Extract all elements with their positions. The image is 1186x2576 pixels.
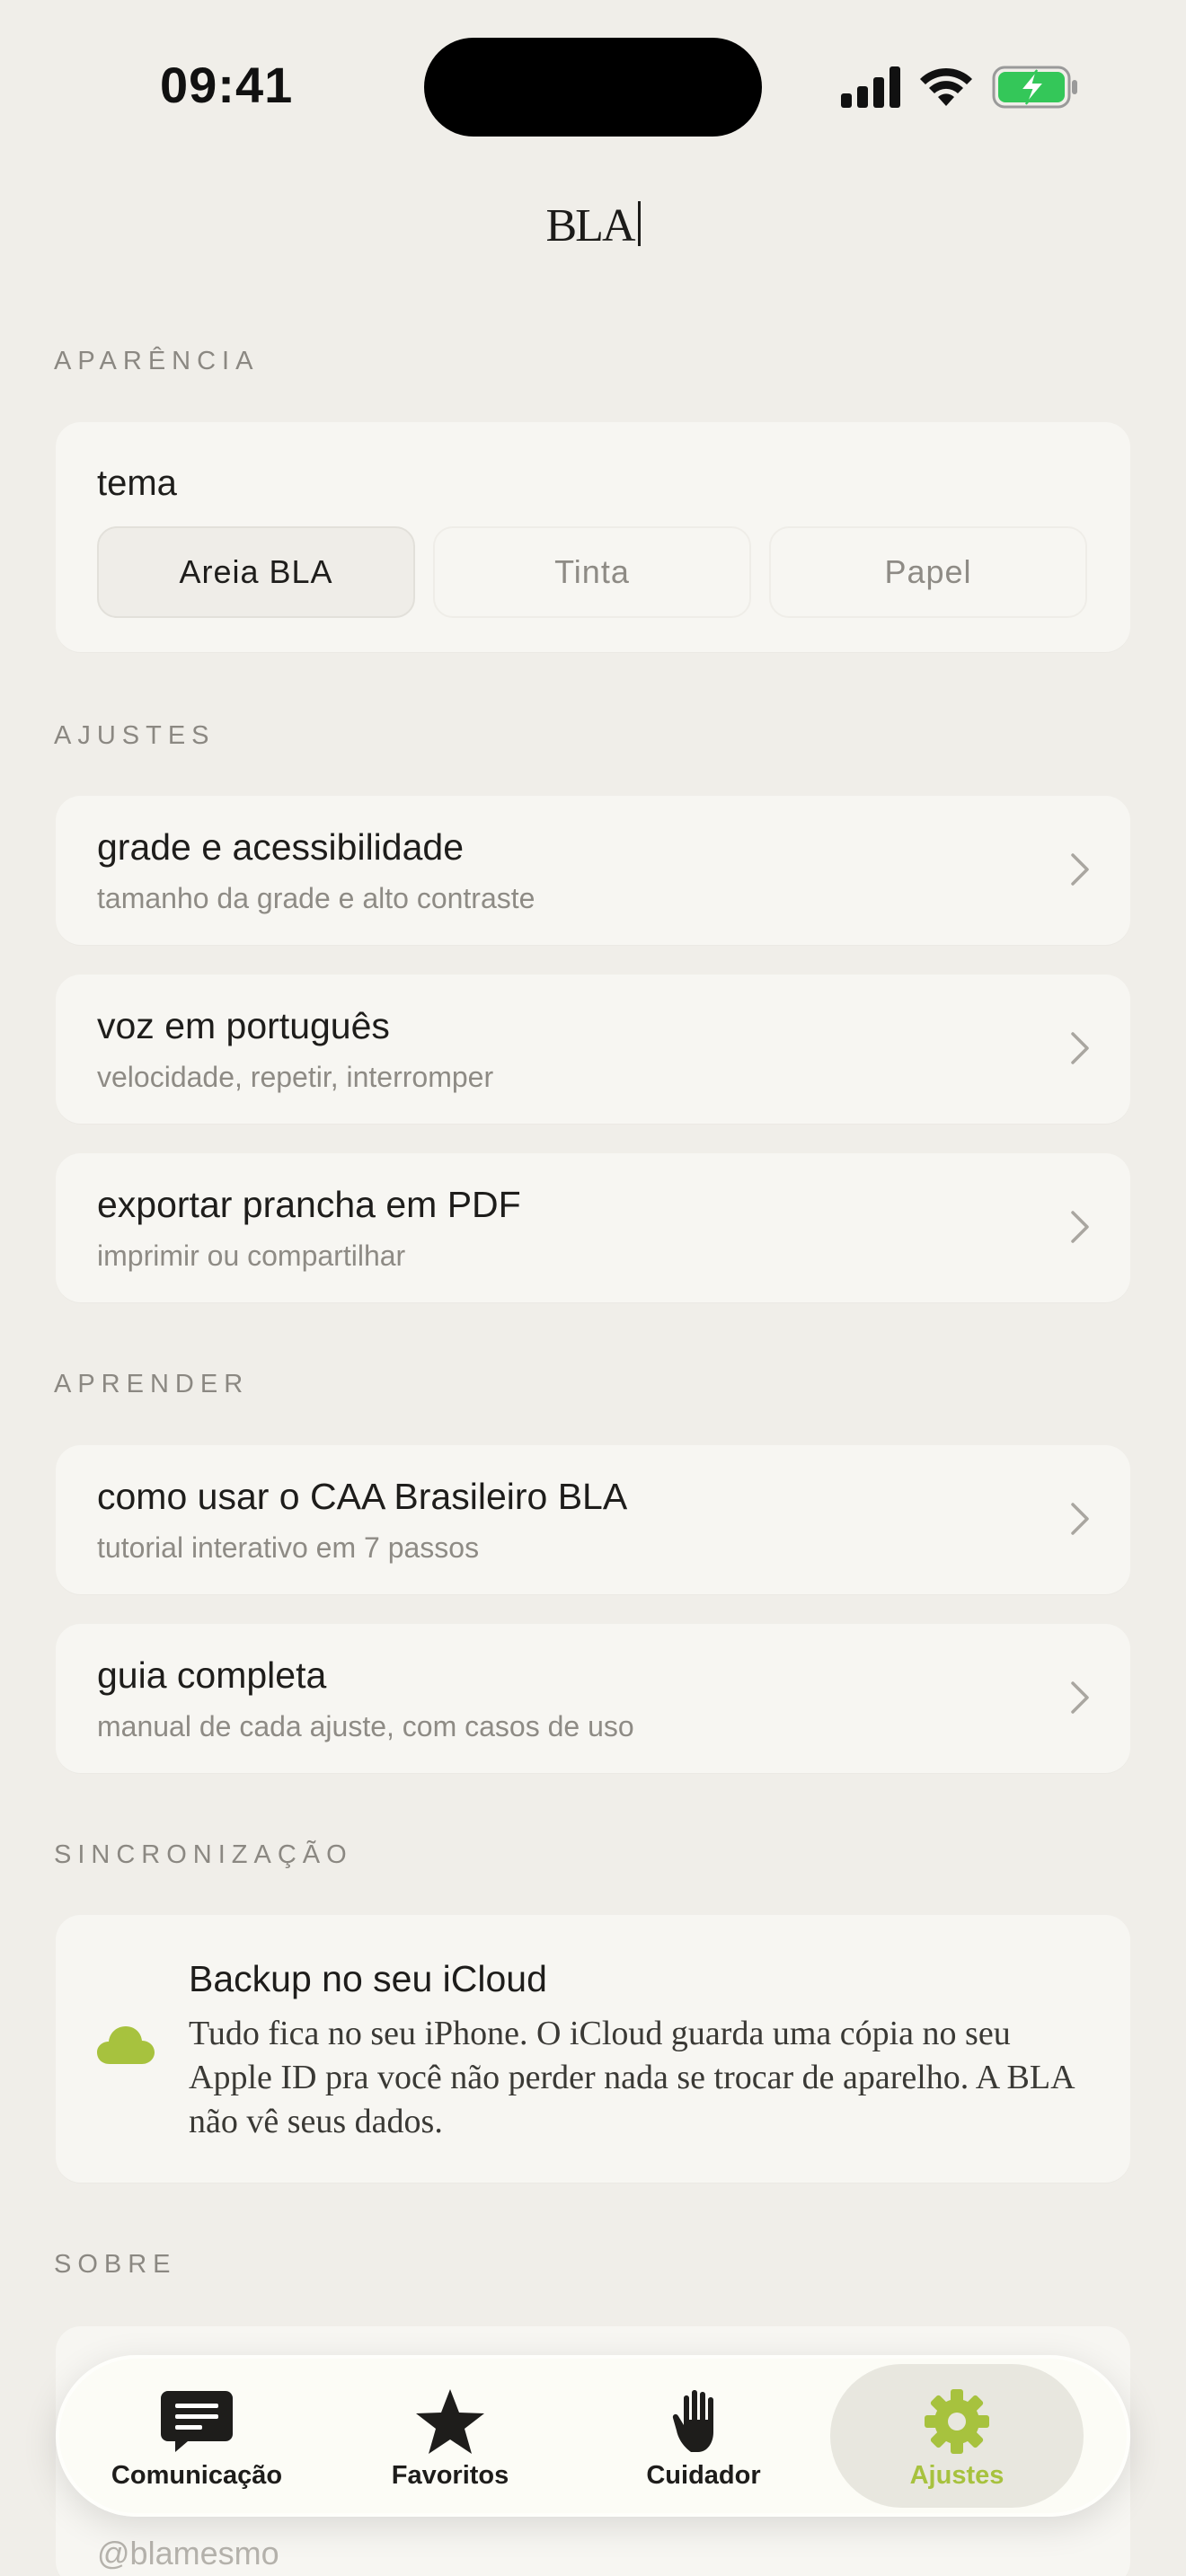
star-icon [416, 2389, 484, 2454]
tab-bar: Comunicação Favoritos Cuidador Ajustes [56, 2355, 1130, 2517]
theme-option-tinta[interactable]: Tinta [433, 526, 751, 618]
tab-cuidador[interactable]: Cuidador [577, 2364, 830, 2508]
gear-icon [925, 2389, 989, 2454]
row-subtitle: manual de cada ajuste, com casos de uso [97, 1710, 634, 1742]
row-subtitle: velocidade, repetir, interromper [97, 1061, 494, 1093]
row-title: exportar prancha em PDF [97, 1184, 521, 1225]
section-label-appearance: APARÊNCIA [54, 347, 260, 375]
battery-charging-icon [992, 66, 1077, 109]
status-bar: 09:41 [0, 0, 1186, 171]
chat-bubble-icon [161, 2391, 233, 2452]
theme-option-areia-bla[interactable]: Areia BLA [97, 526, 415, 618]
hand-icon [672, 2390, 713, 2452]
row-subtitle: tamanho da grade e alto contraste [97, 882, 535, 914]
backup-card: Backup no seu iCloud Tudo fica no seu iP… [56, 1915, 1130, 2183]
tab-ajustes[interactable]: Ajustes [830, 2364, 1084, 2508]
tab-label: Ajustes [909, 2461, 1005, 2490]
section-label-learn: APRENDER [54, 1370, 250, 1398]
learn-row-tutorial[interactable]: como usar o CAA Brasileiro BLA tutorial … [56, 1445, 1130, 1594]
tab-label: Favoritos [391, 2461, 509, 2490]
chevron-right-icon [1071, 853, 1089, 886]
about-handle[interactable]: @blamesmo [97, 2535, 279, 2572]
section-label-settings: AJUSTES [54, 721, 216, 750]
status-time: 09:41 [160, 57, 294, 113]
row-title: como usar o CAA Brasileiro BLA [97, 1476, 628, 1517]
chevron-right-icon [1071, 1681, 1089, 1714]
tab-label: Comunicação [111, 2461, 283, 2490]
row-title: grade e acessibilidade [97, 826, 464, 868]
app-logo: BLA [0, 199, 1186, 252]
tab-label: Cuidador [646, 2461, 761, 2490]
settings-row-voice[interactable]: voz em português velocidade, repetir, in… [56, 975, 1130, 1124]
cellular-signal-icon [841, 66, 900, 108]
section-label-sync: SINCRONIZAÇÃO [54, 1840, 353, 1869]
settings-row-grid-accessibility[interactable]: grade e acessibilidade tamanho da grade … [56, 796, 1130, 945]
chevron-right-icon [1071, 1211, 1089, 1243]
chevron-right-icon [1071, 1032, 1089, 1064]
tab-comunicacao[interactable]: Comunicação [70, 2364, 323, 2508]
row-subtitle: imprimir ou compartilhar [97, 1239, 406, 1272]
chevron-right-icon [1071, 1503, 1089, 1535]
backup-title: Backup no seu iCloud [189, 1958, 547, 1999]
row-title: voz em português [97, 1005, 390, 1046]
settings-row-export-pdf[interactable]: exportar prancha em PDF imprimir ou comp… [56, 1153, 1130, 1302]
learn-row-guide[interactable]: guia completa manual de cada ajuste, com… [56, 1624, 1130, 1773]
theme-card: tema Areia BLA Tinta Papel [56, 422, 1130, 652]
dynamic-island [424, 38, 762, 137]
theme-title: tema [97, 463, 177, 503]
cloud-icon [97, 2026, 155, 2064]
tab-favoritos[interactable]: Favoritos [323, 2364, 577, 2508]
wifi-icon [920, 67, 972, 106]
row-subtitle: tutorial interativo em 7 passos [97, 1531, 480, 1564]
row-title: guia completa [97, 1654, 327, 1696]
backup-description: Tudo fica no seu iPhone. O iCloud guarda… [189, 2015, 1074, 2140]
section-label-about: SOBRE [54, 2250, 177, 2279]
theme-option-papel[interactable]: Papel [769, 526, 1087, 618]
